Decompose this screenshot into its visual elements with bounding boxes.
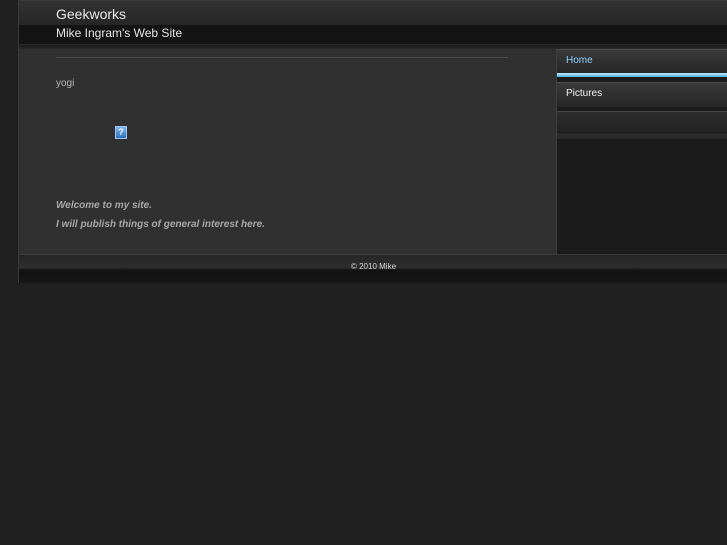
nav-item-label: Pictures <box>566 88 603 99</box>
content-divider <box>56 57 508 58</box>
site-title[interactable]: Geekworks <box>56 6 126 22</box>
nav-item-label: Home <box>566 55 593 66</box>
sidebar-strip-lower <box>557 133 727 139</box>
nav-item-home[interactable]: Home <box>557 49 727 74</box>
copyright-text: © 2010 Mike <box>350 262 397 271</box>
footer: © 2010 Mike <box>19 254 727 283</box>
sidebar: Home Pictures <box>556 49 727 254</box>
page-container: Geekworks Mike Ingram's Web Site yogi ? … <box>18 0 727 283</box>
welcome-text: Welcome to my site. <box>56 200 152 211</box>
active-nav-indicator <box>557 73 727 77</box>
intro-text: I will publish things of general interes… <box>56 219 265 230</box>
post-title: yogi <box>56 78 75 89</box>
header-bottom: Mike Ingram's Web Site <box>19 25 727 45</box>
main-content: yogi ? Welcome to my site. I will publis… <box>19 49 556 254</box>
nav-item-pictures[interactable]: Pictures <box>557 82 727 107</box>
broken-image-icon: ? <box>115 126 127 139</box>
header-top: Geekworks <box>19 0 727 26</box>
sidebar-strip <box>557 111 727 132</box>
site-subtitle: Mike Ingram's Web Site <box>56 26 183 40</box>
